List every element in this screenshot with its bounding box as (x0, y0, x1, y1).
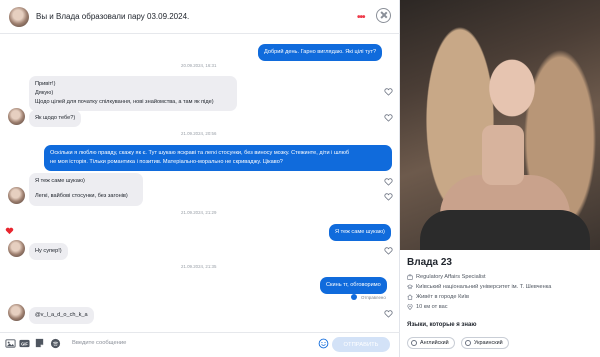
profile-city-text: Живёт в городе Київ (416, 294, 469, 300)
language-label: Украинский (474, 340, 503, 346)
avatar[interactable] (8, 187, 25, 204)
briefcase-icon (407, 274, 413, 280)
sticker-icon[interactable] (34, 338, 45, 349)
like-heart-icon[interactable] (384, 247, 393, 255)
like-heart-icon[interactable] (384, 310, 393, 318)
photo-figure (482, 125, 524, 185)
speech-bubble-icon (465, 340, 471, 346)
avatar[interactable] (8, 304, 25, 321)
like-heart-icon[interactable] (384, 178, 393, 186)
message-line: Дякую) (35, 90, 54, 96)
language-pill: Английский (407, 337, 455, 349)
image-upload-icon[interactable] (5, 338, 16, 349)
date-separator: 21.09.2024, 20:56 (181, 131, 217, 136)
message-incoming: Привіт!) Дякую) Щодо цілей для початку с… (29, 76, 237, 111)
like-heart-icon[interactable] (384, 193, 393, 201)
profile-distance: 10 км от вас (407, 304, 448, 310)
languages-title: Языки, которые я знаю (407, 322, 477, 328)
close-icon[interactable] (376, 8, 391, 23)
profile-school-text: Київський національний університет ім. Т… (416, 284, 552, 290)
message-status: Отправлено (361, 295, 386, 300)
message-line: Щодо цілей для початку спілкування, нові… (35, 99, 214, 105)
chat-header: Вы и Влада образовали пару 03.09.2024. •… (0, 0, 400, 34)
language-pill: Украинский (461, 337, 509, 349)
message-incoming: Ну супер!) (29, 243, 68, 260)
match-title: Вы и Влада образовали пару 03.09.2024. (36, 12, 190, 21)
match-avatar[interactable] (9, 6, 29, 27)
liked-heart-icon[interactable] (5, 227, 14, 235)
photo-figure (420, 210, 590, 250)
message-outgoing: Я теж саме шукаю) (329, 224, 391, 241)
message-incoming: Я теж саме шукаю) Легкі, вайбові стосунк… (29, 173, 143, 206)
date-separator: 20.09.2024, 16:31 (181, 63, 217, 68)
message-input[interactable]: Введите сообщение (72, 340, 126, 346)
emoji-icon[interactable] (318, 338, 329, 349)
avatar[interactable] (8, 240, 25, 257)
avatar[interactable] (8, 108, 25, 125)
location-pin-icon (407, 304, 413, 310)
profile-job-text: Regulatory Affairs Specialist (416, 274, 486, 280)
message-line: не моя історія. Тільки романтика і позит… (50, 159, 283, 165)
profile-distance-text: 10 км от вас (416, 304, 448, 310)
more-options-icon[interactable]: ••• (357, 12, 365, 23)
chat-panel: Вы и Влада образовали пару 03.09.2024. •… (0, 0, 400, 357)
profile-school: Київський національний університет ім. Т… (407, 284, 551, 290)
profile-name: Влада 23 (407, 257, 452, 268)
speech-bubble-icon (411, 340, 417, 346)
message-outgoing: Добрий день. Гарно виглядаю. Які цілі ту… (258, 44, 383, 61)
like-heart-icon[interactable] (384, 88, 393, 96)
profile-city: Живёт в городе Київ (407, 294, 469, 300)
message-line: Легкі, вайбові стосунки, без загонів) (35, 193, 128, 199)
send-button[interactable]: ОТПРАВИТЬ (332, 337, 390, 352)
svg-text:GIF: GIF (21, 341, 28, 346)
message-incoming: @v_l_a_d_o_ch_k_a (29, 307, 94, 324)
date-separator: 21.09.2024, 21:29 (181, 210, 217, 215)
profile-job: Regulatory Affairs Specialist (407, 274, 486, 280)
home-icon (407, 294, 413, 300)
sent-check-icon (351, 294, 357, 300)
music-icon[interactable] (50, 338, 61, 349)
school-icon (407, 284, 413, 290)
gif-icon[interactable]: GIF (19, 338, 30, 349)
message-incoming: Як щодо тебе?) (29, 110, 82, 127)
message-line: Оскільки я люблю правду, скажу як є. Тут… (50, 150, 350, 156)
date-separator: 21.09.2024, 21:35 (181, 264, 217, 269)
message-line: Я теж саме шукаю) (35, 178, 85, 184)
message-outgoing: Скинь тг, обговоримо (320, 277, 387, 294)
message-line: Привіт!) (35, 81, 56, 87)
language-label: Английский (420, 340, 449, 346)
profile-photo[interactable] (400, 0, 600, 250)
like-heart-icon[interactable] (384, 114, 393, 122)
message-outgoing: Оскільки я люблю правду, скажу як є. Тут… (44, 145, 392, 171)
